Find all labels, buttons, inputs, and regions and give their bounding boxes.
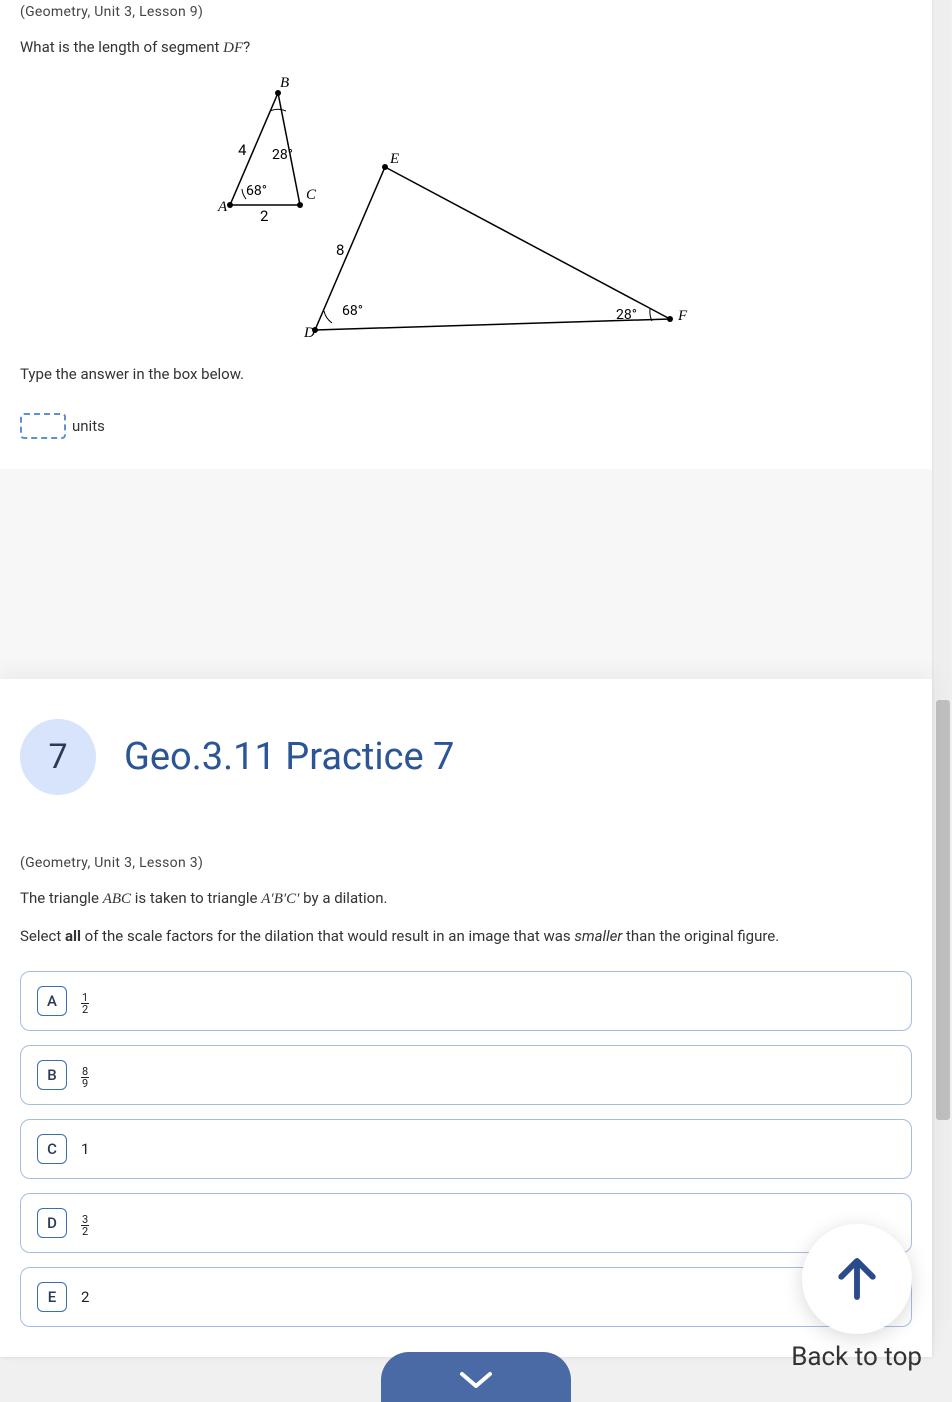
angle-D-label: 68°	[342, 303, 363, 319]
scrollbar-track	[936, 0, 950, 1320]
choice-letter: D	[37, 1208, 67, 1238]
back-to-top[interactable]: Back to top	[791, 1224, 922, 1372]
problem-6-section: (Geometry, Unit 3, Lesson 9) What is the…	[0, 0, 932, 469]
back-to-top-button[interactable]	[802, 1224, 912, 1334]
arrow-up-icon	[830, 1252, 884, 1306]
question-2-text: The triangle ABC is taken to triangle A′…	[20, 887, 912, 911]
question-2-instruction: Select all of the scale factors for the …	[20, 927, 912, 945]
lesson-meta-2: (Geometry, Unit 3, Lesson 3)	[20, 855, 912, 871]
angle-B-label: 28°	[272, 147, 293, 163]
units-label: units	[72, 417, 105, 435]
vertex-B-label: B	[280, 75, 289, 91]
side-AB-label: 4	[238, 141, 247, 159]
choice-value: 89	[81, 1061, 89, 1089]
angle-A-label: 68°	[246, 183, 267, 199]
choices-list: A12B89C1D32E2	[20, 971, 912, 1327]
problem-title: Geo.3.11 Practice 7	[124, 735, 454, 779]
choice-E[interactable]: E2	[20, 1267, 912, 1327]
question-text: What is the length of segment DF?	[20, 38, 912, 57]
side-DE-label: 8	[336, 241, 344, 259]
vertex-C-label: C	[306, 187, 317, 203]
expand-down-button[interactable]	[381, 1352, 571, 1402]
problem-number-badge: 7	[20, 719, 96, 795]
angle-F-label: 28°	[616, 307, 637, 323]
choice-C[interactable]: C1	[20, 1119, 912, 1179]
choice-B[interactable]: B 89	[20, 1045, 912, 1105]
vertex-D-label: D	[303, 325, 315, 341]
choice-value: 1	[81, 1140, 89, 1158]
choice-A[interactable]: A 12	[20, 971, 912, 1031]
scrollbar-thumb[interactable]	[936, 700, 950, 1120]
answer-instruction: Type the answer in the box below.	[20, 365, 912, 383]
choice-letter: E	[37, 1282, 67, 1312]
lesson-meta: (Geometry, Unit 3, Lesson 9)	[20, 0, 912, 20]
vertex-F-label: F	[677, 308, 688, 324]
vertex-E-label: E	[389, 151, 399, 167]
choice-letter: C	[37, 1134, 67, 1164]
choice-value: 32	[81, 1209, 89, 1237]
chevron-down-icon	[456, 1368, 496, 1392]
choice-letter: A	[37, 986, 67, 1016]
choice-letter: B	[37, 1060, 67, 1090]
vertex-A-label: A	[217, 199, 228, 215]
choice-value: 2	[81, 1288, 89, 1306]
choice-D[interactable]: D 32	[20, 1193, 912, 1253]
choice-value: 12	[81, 987, 89, 1015]
answer-input[interactable]	[20, 413, 66, 439]
back-to-top-label: Back to top	[791, 1342, 922, 1372]
section-gap	[0, 469, 932, 679]
side-AC-label: 2	[260, 207, 268, 225]
triangles-figure: B A C 4 2 28° 68° E D F 8	[20, 75, 912, 355]
